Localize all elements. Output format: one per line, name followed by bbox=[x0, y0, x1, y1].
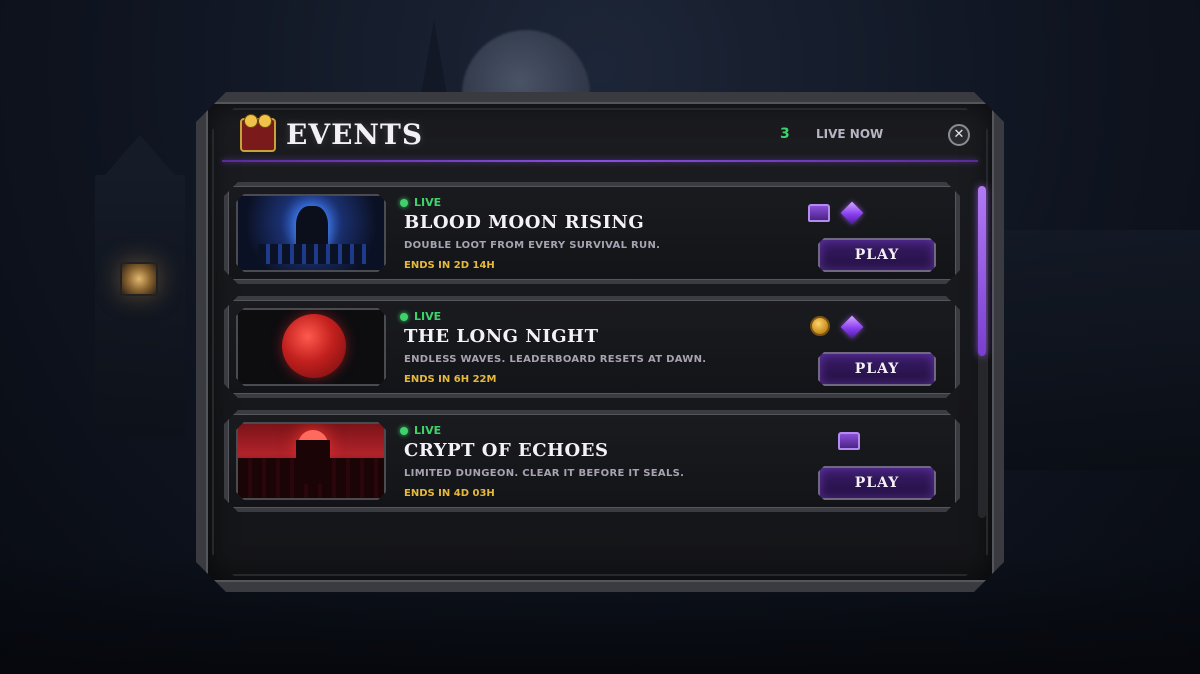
event-title: THE LONG NIGHT bbox=[404, 326, 599, 347]
event-timer: ENDS IN 4D 03H bbox=[404, 488, 495, 499]
live-count: 3 bbox=[780, 126, 790, 142]
event-description: LIMITED DUNGEON. CLEAR IT BEFORE IT SEAL… bbox=[404, 468, 685, 479]
live-status-label: LIVE bbox=[414, 310, 442, 323]
play-button[interactable]: PLAY bbox=[818, 466, 936, 500]
zombie-hands-image bbox=[258, 244, 368, 264]
live-status-label: LIVE bbox=[414, 196, 442, 209]
header-divider bbox=[222, 160, 978, 162]
red-moon-image bbox=[282, 314, 346, 378]
event-card-crypt-of-echoes: LIVE CRYPT OF ECHOES LIMITED DUNGEON. CL… bbox=[224, 410, 960, 512]
play-button[interactable]: PLAY bbox=[818, 352, 936, 386]
event-description: DOUBLE LOOT FROM EVERY SURVIVAL RUN. bbox=[404, 240, 661, 251]
reward-icons bbox=[808, 316, 868, 338]
background-spire bbox=[420, 20, 448, 100]
live-dot-icon bbox=[400, 427, 408, 435]
event-thumbnail bbox=[236, 422, 386, 500]
event-timer: ENDS IN 6H 22M bbox=[404, 374, 497, 385]
gem-icon bbox=[841, 202, 864, 225]
skull-icon bbox=[244, 114, 258, 128]
live-dot-icon bbox=[400, 199, 408, 207]
event-card-the-long-night: LIVE THE LONG NIGHT ENDLESS WAVES. LEADE… bbox=[224, 296, 960, 398]
live-status-label: LIVE bbox=[414, 424, 442, 437]
chest-icon bbox=[838, 432, 860, 450]
chest-icon bbox=[808, 204, 830, 222]
background-tower bbox=[95, 135, 185, 435]
coin-icon bbox=[810, 316, 830, 336]
play-button[interactable]: PLAY bbox=[818, 238, 936, 272]
event-title: BLOOD MOON RISING bbox=[404, 212, 645, 233]
live-now-label: LIVE NOW bbox=[816, 127, 884, 141]
skull-icon bbox=[258, 114, 272, 128]
event-title: CRYPT OF ECHOES bbox=[404, 440, 609, 461]
scrollbar[interactable] bbox=[978, 186, 986, 518]
reward-icons bbox=[838, 430, 868, 452]
page-title: EVENTS bbox=[286, 118, 424, 151]
panel-header: EVENTS 3 LIVE NOW ✕ bbox=[230, 116, 970, 156]
gem-icon bbox=[841, 316, 864, 339]
event-timer: ENDS IN 2D 14H bbox=[404, 260, 495, 271]
skull-chest-icon bbox=[240, 118, 276, 152]
event-card-blood-moon-rising: LIVE BLOOD MOON RISING DOUBLE LOOT FROM … bbox=[224, 182, 960, 284]
castle-image bbox=[296, 440, 330, 484]
live-dot-icon bbox=[400, 313, 408, 321]
event-thumbnail bbox=[236, 194, 386, 272]
reward-icons bbox=[808, 202, 868, 224]
background-buildings bbox=[1000, 230, 1200, 470]
background-lantern bbox=[120, 262, 158, 296]
event-description: ENDLESS WAVES. LEADERBOARD RESETS AT DAW… bbox=[404, 354, 707, 365]
scrollbar-thumb[interactable] bbox=[978, 186, 986, 356]
event-thumbnail bbox=[236, 308, 386, 386]
close-button[interactable]: ✕ bbox=[948, 124, 970, 146]
events-panel: EVENTS 3 LIVE NOW ✕ LIVE BLOOD MOON RISI… bbox=[196, 92, 1004, 592]
